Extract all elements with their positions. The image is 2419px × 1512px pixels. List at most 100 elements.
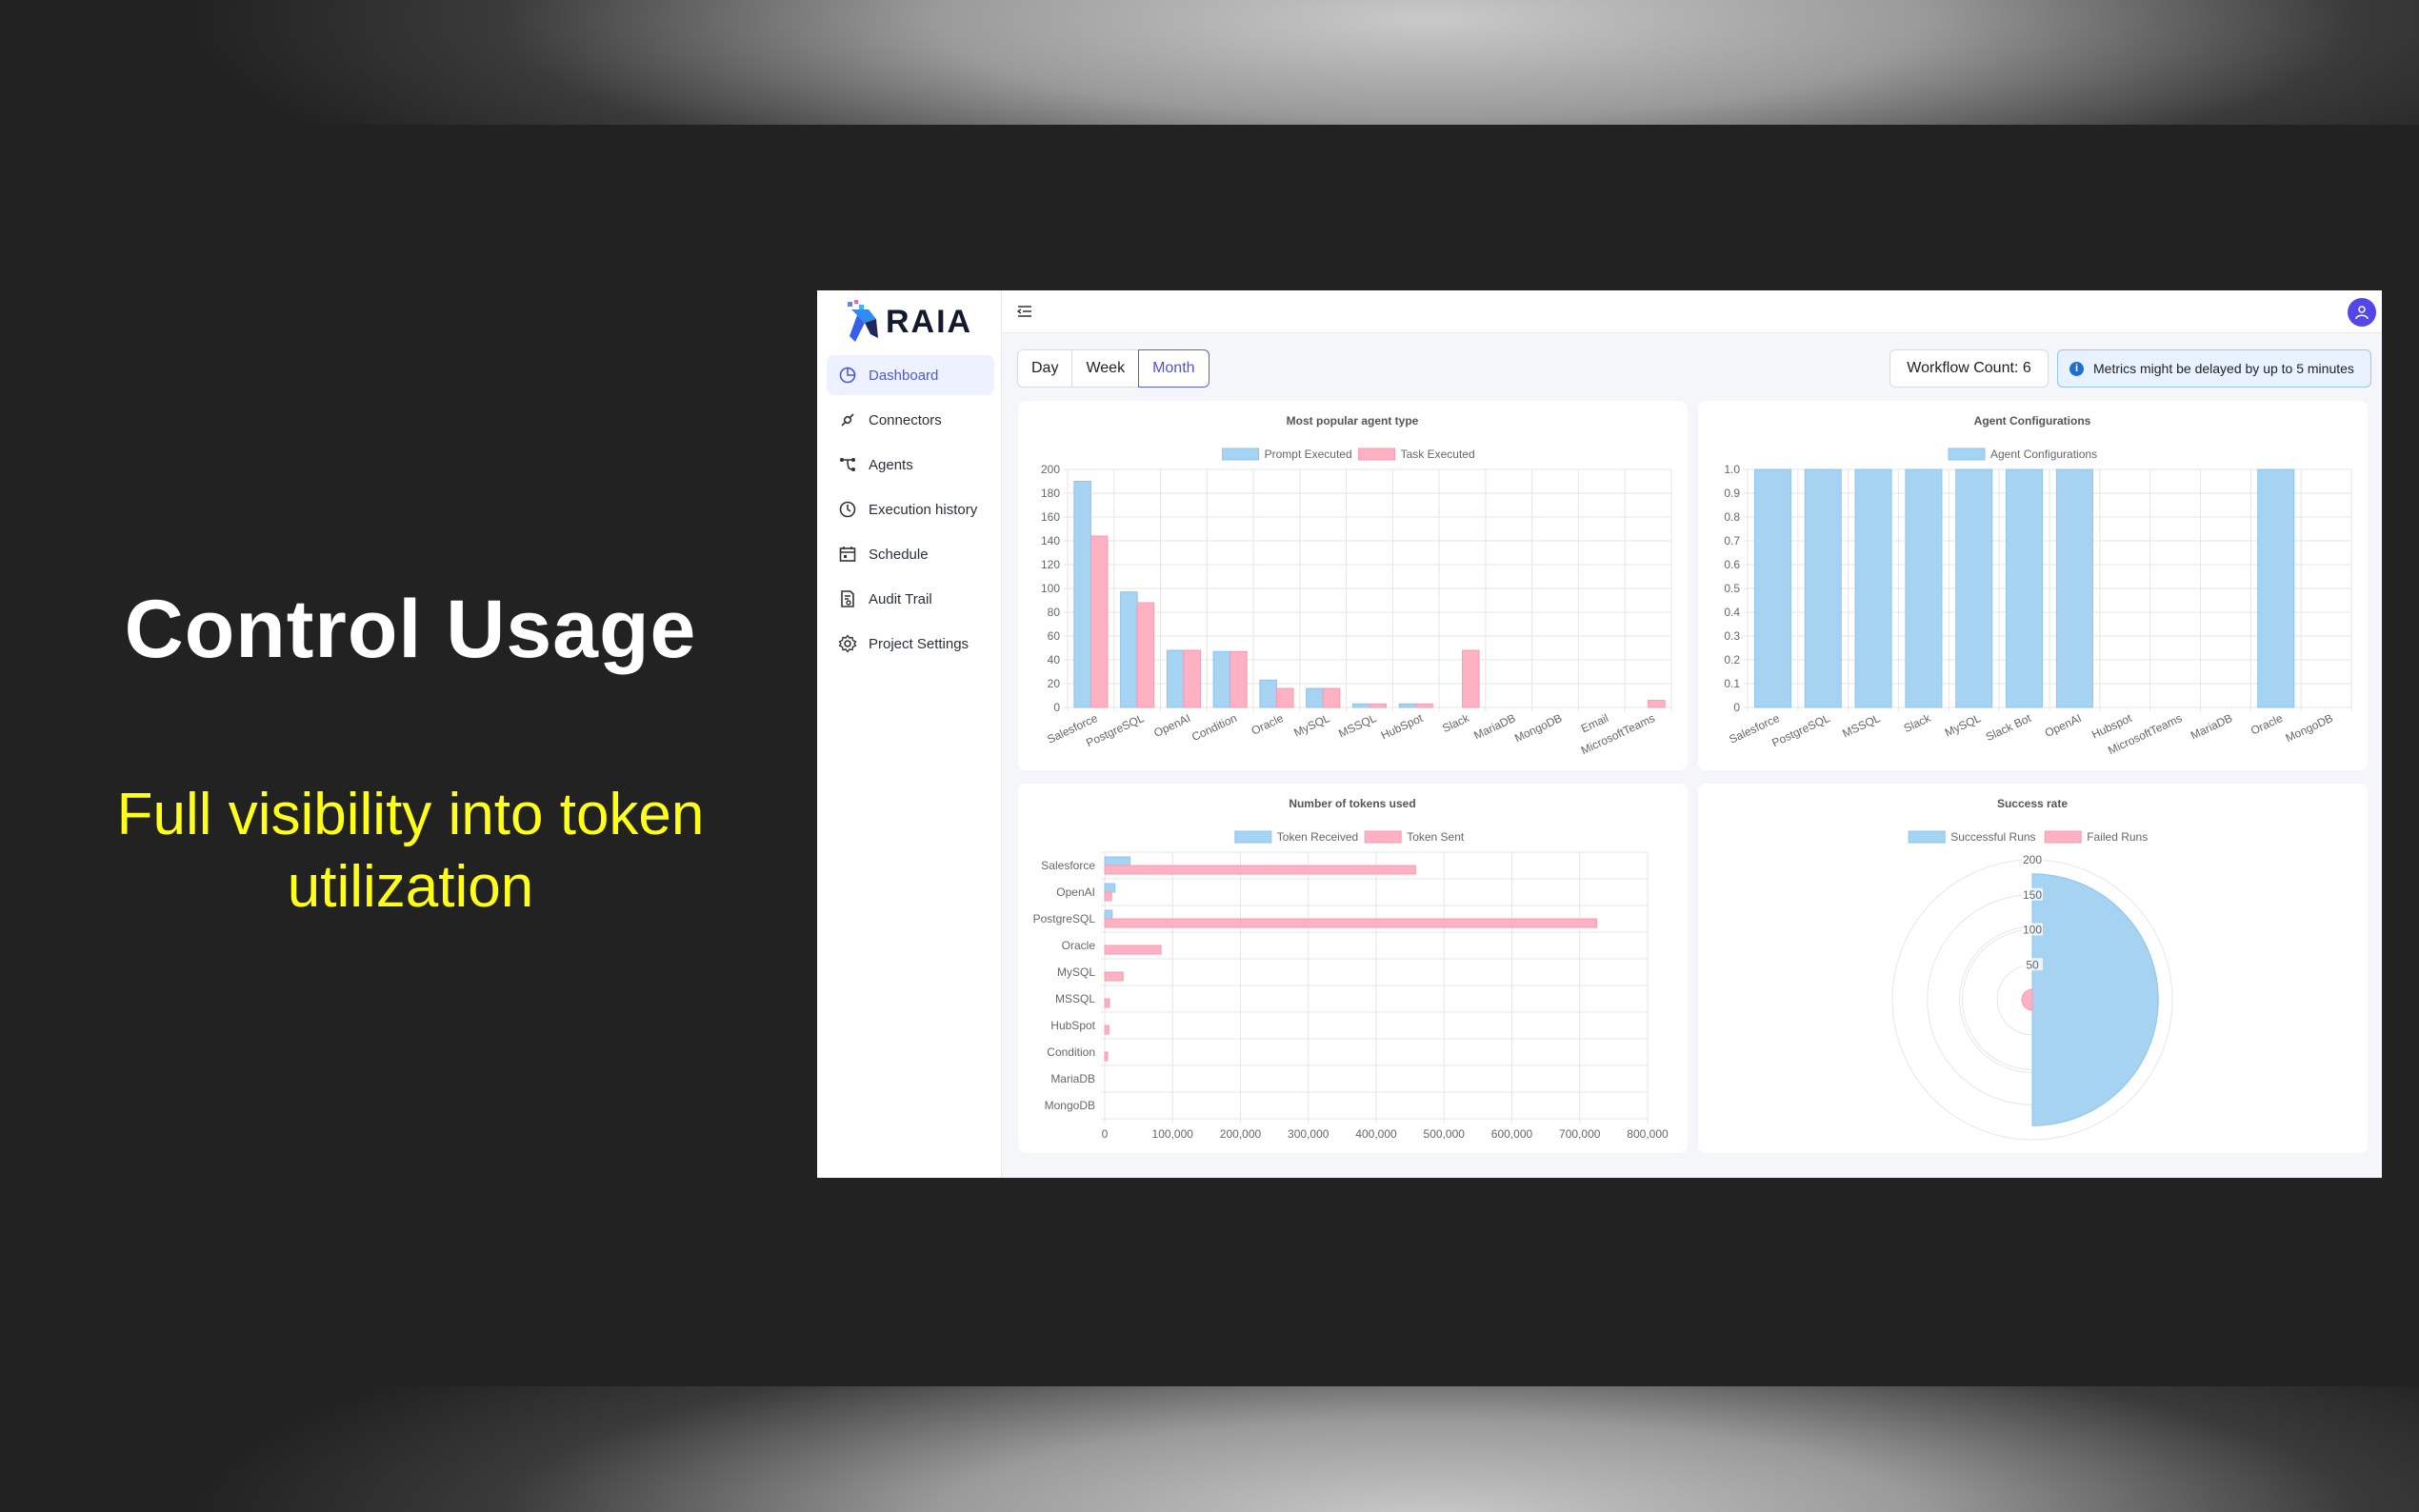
x-tick-label: MariaDB (1471, 711, 1517, 742)
user-avatar[interactable] (2348, 298, 2376, 327)
x-tick-label: MySQL (1943, 711, 1983, 740)
sidebar: RAIA Dashboard Connectors Agents Executi… (817, 290, 1002, 1178)
bar (1104, 918, 1598, 928)
sidebar-item-dashboard[interactable]: Dashboard (827, 355, 994, 395)
r-tick-label: 150 (2023, 888, 2042, 902)
y-tick-label: MongoDB (1045, 1099, 1095, 1112)
y-tick-label: 180 (1041, 487, 1060, 500)
y-tick-label: 20 (1048, 677, 1061, 690)
chart-title: Number of tokens used (1289, 797, 1415, 810)
bar (1136, 602, 1155, 708)
sidebar-item-label: Project Settings (869, 635, 970, 652)
y-tick-label: Salesforce (1041, 859, 1095, 872)
chart-title: Agent Configurations (1974, 414, 2091, 428)
bar (1183, 649, 1201, 708)
sidebar-item-label: Audit Trail (869, 590, 932, 607)
bar (1259, 679, 1277, 708)
sidebar-nav: Dashboard Connectors Agents Execution hi… (827, 355, 994, 668)
legend-label: Token Received (1277, 830, 1358, 844)
bar (1275, 687, 1294, 708)
x-tick-label: HubSpot (1379, 711, 1426, 743)
bar (1369, 703, 1388, 708)
bottom-backdrop (0, 1386, 2419, 1512)
agent-config-chart: Agent Configurations Agent Configurations… (1724, 414, 2352, 757)
period-selector: Day Week Month (1017, 349, 1210, 388)
x-tick-label: 700,000 (1559, 1127, 1601, 1141)
bar (1229, 650, 1248, 708)
period-month-button[interactable]: Month (1138, 349, 1210, 388)
y-tick-label: Oracle (1062, 939, 1096, 952)
period-week-button[interactable]: Week (1071, 349, 1140, 388)
bar (1104, 998, 1110, 1008)
y-tick-label: 0.9 (1724, 487, 1740, 500)
sidebar-item-agents[interactable]: Agents (827, 445, 994, 485)
y-tick-label: MySQL (1057, 965, 1095, 979)
legend-label: Failed Runs (2087, 830, 2148, 844)
y-tick-label: 0.1 (1724, 677, 1740, 690)
x-tick-label: 300,000 (1288, 1127, 1329, 1141)
bar (1073, 481, 1091, 708)
collapse-menu-icon[interactable] (1015, 302, 1034, 321)
legend-label: Agent Configurations (1990, 448, 2097, 461)
sidebar-item-execution-history[interactable]: Execution history (827, 489, 994, 529)
y-tick-label: 0.8 (1724, 510, 1740, 524)
legend-swatch (1358, 448, 1396, 461)
bar (1120, 591, 1138, 708)
r-tick-label: 100 (2023, 924, 2042, 937)
period-day-button[interactable]: Day (1017, 349, 1073, 388)
bar (1854, 468, 1892, 708)
sidebar-item-label: Connectors (869, 411, 942, 428)
bar (2257, 468, 2295, 708)
bar (1398, 703, 1417, 708)
y-tick-label: 60 (1048, 629, 1061, 643)
chart-title: Most popular agent type (1287, 414, 1419, 428)
sidebar-item-label: Agents (869, 456, 913, 473)
bar (1104, 891, 1112, 902)
legend-swatch (1948, 448, 1986, 461)
sidebar-item-label: Execution history (869, 501, 978, 518)
sidebar-item-project-settings[interactable]: Project Settings (827, 624, 994, 664)
y-tick-label: 140 (1041, 534, 1060, 547)
bar (1104, 856, 1130, 866)
brand-logo[interactable]: RAIA (844, 298, 972, 346)
bar (1322, 687, 1341, 708)
y-tick-label: 120 (1041, 558, 1060, 571)
hero-title: Control Usage (124, 584, 697, 675)
x-tick-label: 500,000 (1424, 1127, 1466, 1141)
notice-text: Metrics might be delayed by up to 5 minu… (2093, 361, 2354, 376)
bar (1351, 703, 1370, 708)
chart-card-agent-config: Agent Configurations Agent Configurations… (1698, 401, 2368, 770)
y-tick-label: 100 (1041, 582, 1060, 595)
legend-label: Token Sent (1407, 830, 1465, 844)
connectors-icon (841, 413, 854, 427)
app-window: RAIA Dashboard Connectors Agents Executi… (817, 290, 2382, 1178)
bar (1104, 971, 1124, 982)
workflow-count: Workflow Count: 6 (1889, 349, 2049, 388)
sidebar-item-schedule[interactable]: Schedule (827, 534, 994, 574)
y-tick-label: 160 (1041, 510, 1060, 524)
bar (1753, 468, 1791, 708)
x-tick-label: Condition (1190, 711, 1239, 744)
bar (1104, 909, 1113, 920)
success-rate-chart: Success rate Successful Runs Failed Runs 50… (1891, 797, 2173, 1141)
sidebar-item-connectors[interactable]: Connectors (827, 400, 994, 440)
user-icon (2355, 306, 2369, 320)
bar (1104, 945, 1162, 955)
y-tick-label: HubSpot (1050, 1019, 1095, 1032)
legend-label: Successful Runs (1950, 830, 2035, 844)
x-tick-label: 100,000 (1152, 1127, 1194, 1141)
raia-logo-icon (848, 300, 878, 342)
x-tick-label: 600,000 (1491, 1127, 1533, 1141)
y-tick-label: MSSQL (1055, 992, 1095, 1005)
chart-card-tokens: Number of tokens used Token Received Token… (1018, 784, 1688, 1153)
x-tick-label: Slack (1440, 711, 1471, 736)
x-tick-label: MongoDB (2284, 711, 2335, 745)
x-tick-label: 200,000 (1220, 1127, 1262, 1141)
y-tick-label: 0 (1733, 701, 1740, 714)
brand-name: RAIA (886, 303, 973, 340)
y-tick-label: 0.4 (1724, 606, 1740, 619)
info-icon: i (2069, 361, 2084, 376)
x-tick-label: MariaDB (2189, 711, 2234, 742)
sidebar-item-audit-trail[interactable]: Audit Trail (827, 579, 994, 619)
x-tick-label: 400,000 (1355, 1127, 1397, 1141)
